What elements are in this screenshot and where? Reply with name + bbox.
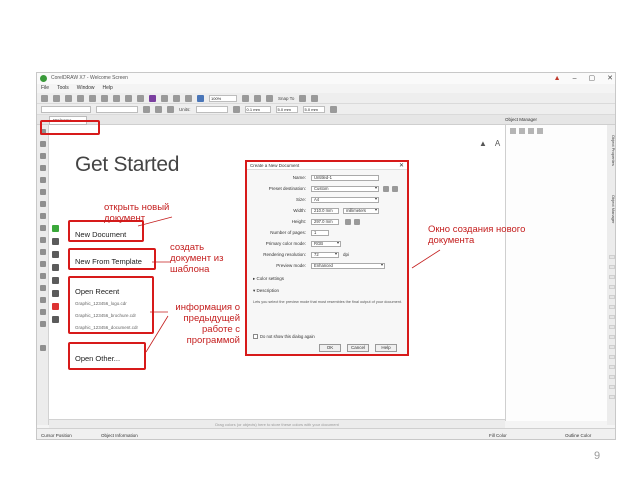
- arrow-to-open-other: [145, 315, 169, 353]
- arrow-to-new-document: [137, 216, 173, 227]
- annotation-arrows: [137, 216, 441, 353]
- slide-number: 9: [594, 450, 601, 462]
- arrow-to-dialog: [411, 249, 441, 269]
